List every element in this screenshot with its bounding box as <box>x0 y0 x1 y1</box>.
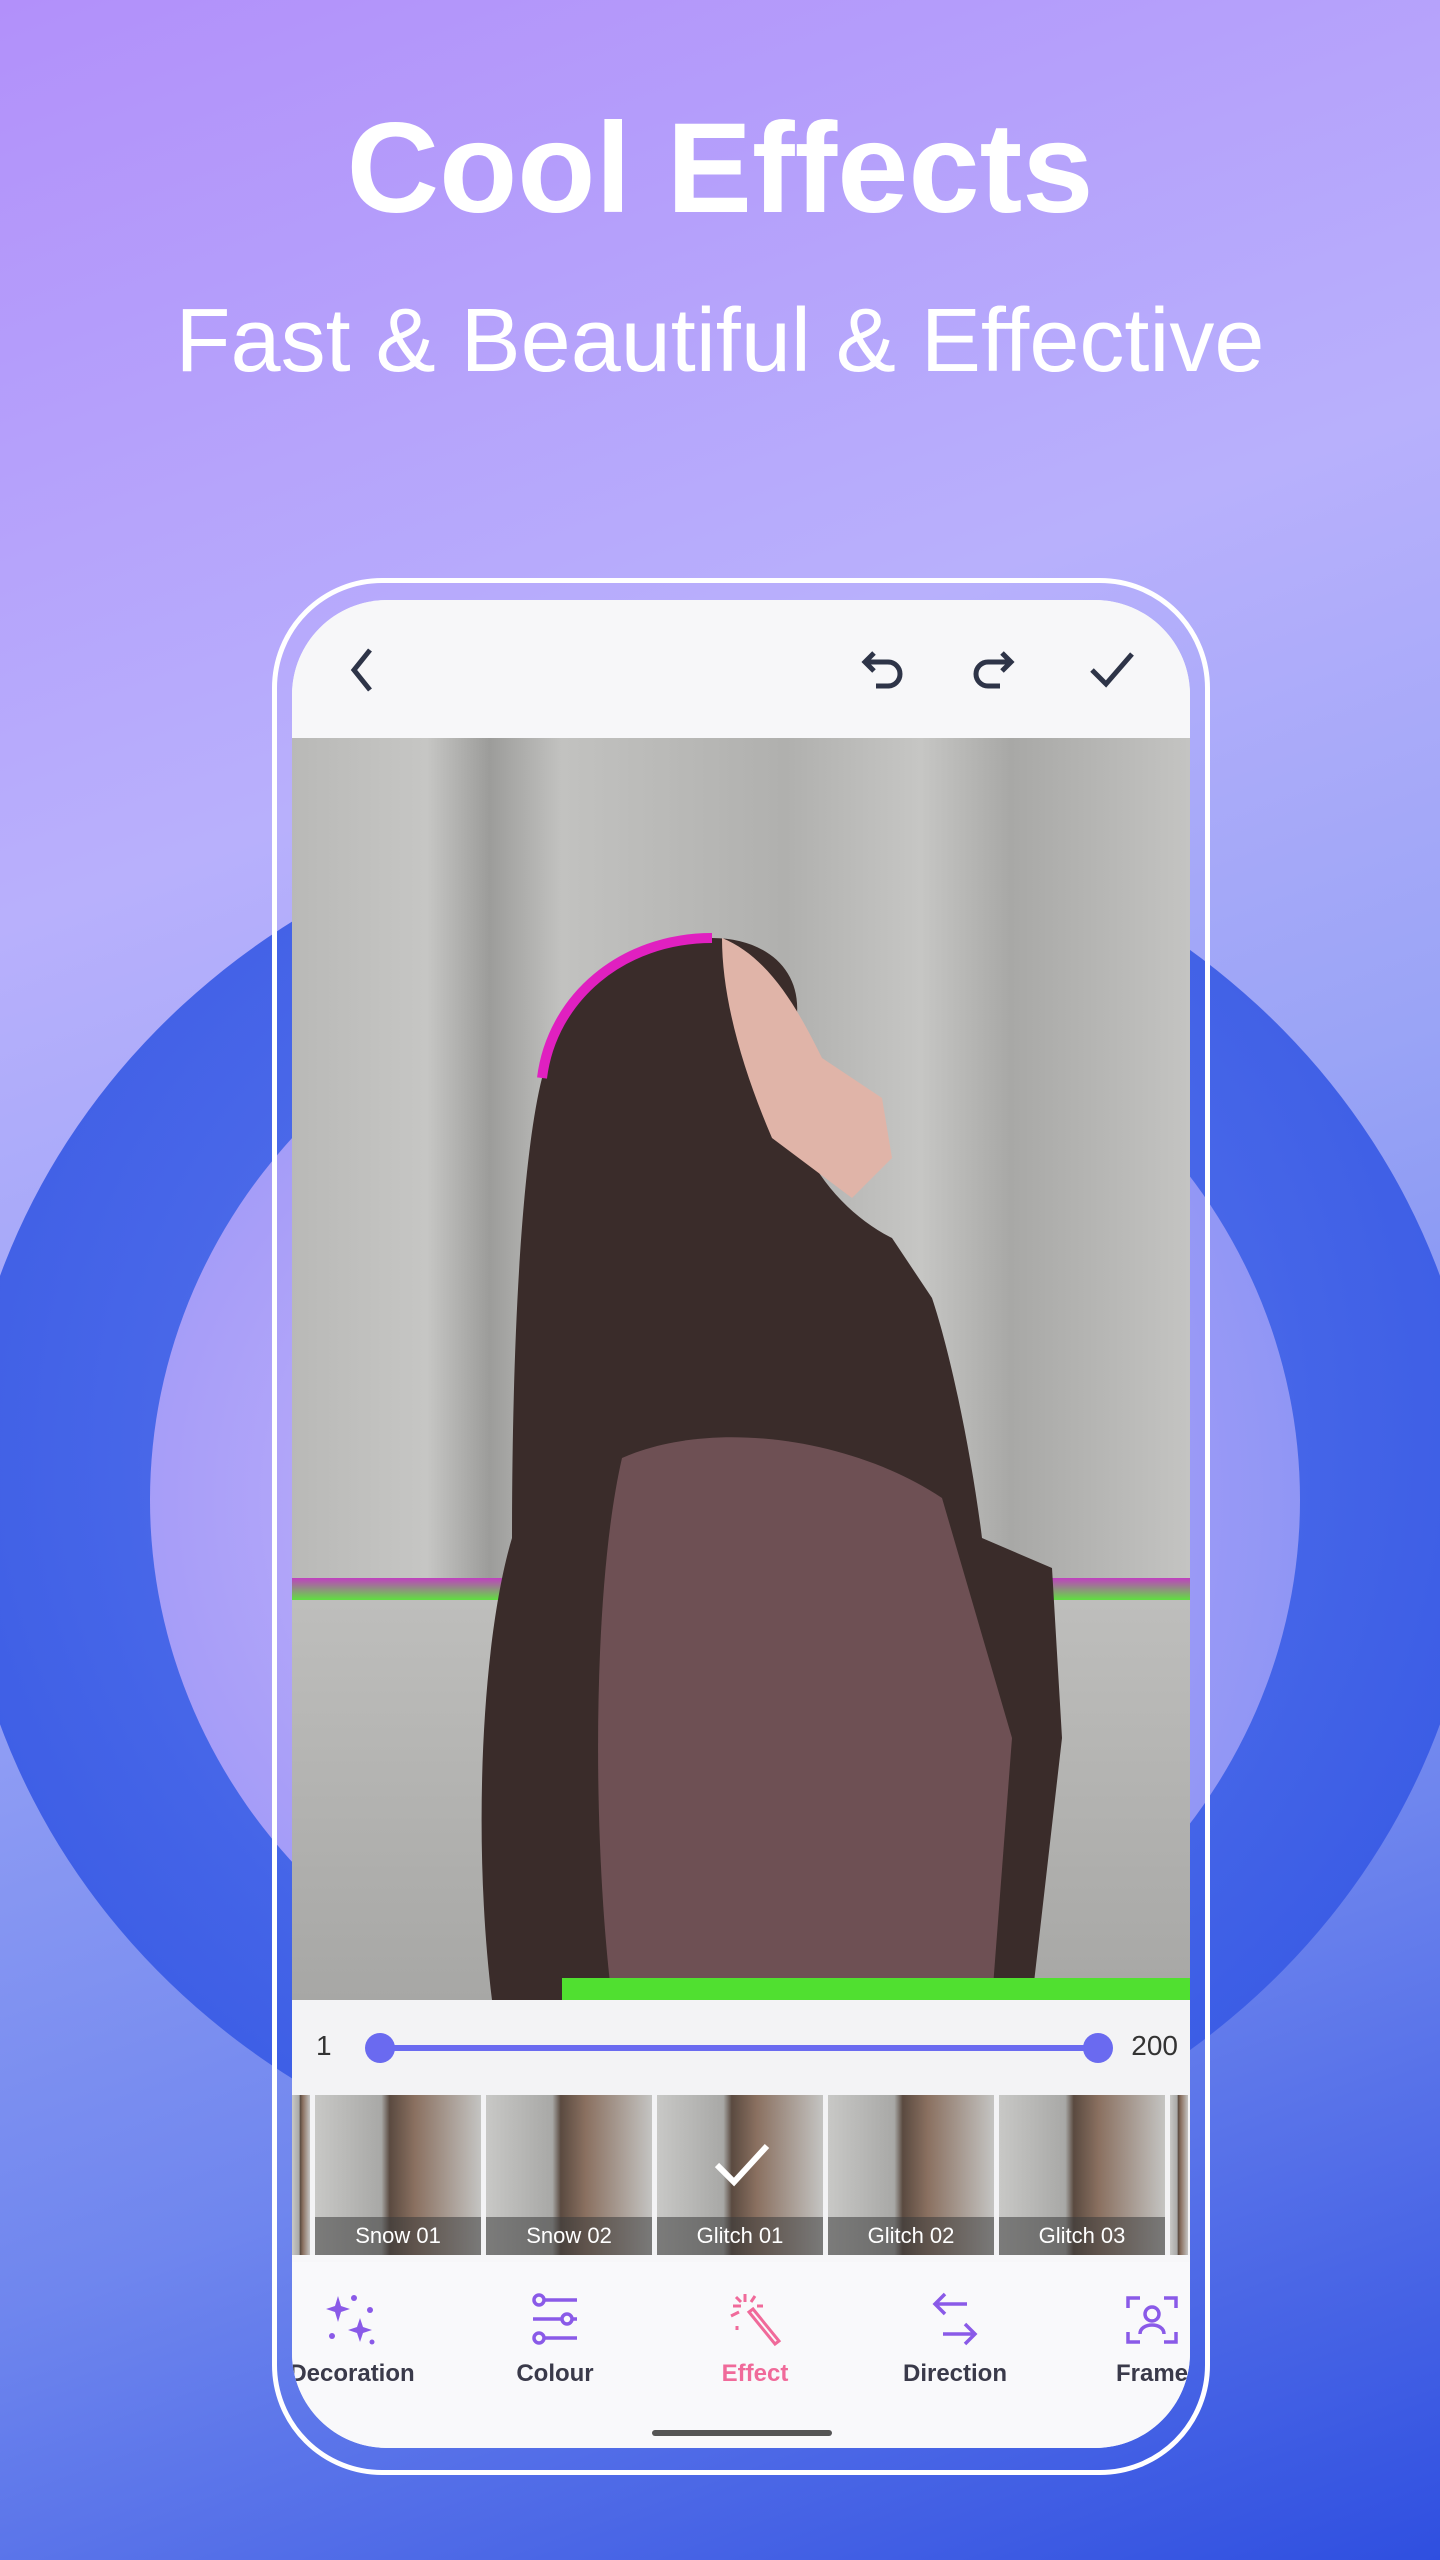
tool-label: Colour <box>516 2360 594 2387</box>
effect-thumb-glitch-01[interactable]: Glitch 01 <box>657 2095 823 2255</box>
tool-direction[interactable]: Direction <box>870 2292 1040 2388</box>
selected-check-icon <box>714 2143 770 2187</box>
tool-label: Direction <box>902 2360 1007 2387</box>
effect-label: Snow 01 <box>315 2217 481 2255</box>
slider-min-handle[interactable] <box>365 2033 395 2063</box>
tool-label: Frame <box>1115 2360 1189 2387</box>
effect-label: Snow 02 <box>486 2217 652 2255</box>
slider-max-handle[interactable] <box>1083 2033 1113 2063</box>
phone-screen: 1 200 Snow 01 Snow 02 Glitch 01 Glitch 0… <box>292 600 1190 2448</box>
undo-icon[interactable] <box>852 640 912 700</box>
effect-thumb-glitch-02[interactable]: Glitch 02 <box>828 2095 994 2255</box>
tool-label: Decoration <box>292 2360 415 2387</box>
slider-track[interactable] <box>380 2045 1098 2051</box>
check-icon[interactable] <box>1082 640 1142 700</box>
effect-thumb-snow-01[interactable]: Snow 01 <box>315 2095 481 2255</box>
editor-header <box>292 600 1190 738</box>
tool-colour[interactable]: Colour <box>470 2292 640 2388</box>
effect-label: Glitch 01 <box>657 2217 823 2255</box>
effect-label: Glitch 02 <box>828 2217 994 2255</box>
effect-thumb-partial[interactable] <box>292 2095 310 2255</box>
edited-photo <box>292 738 1190 2000</box>
bottom-toolbar: Decoration Colour Effect Direction Frame <box>292 2262 1190 2448</box>
sliders-icon <box>532 2293 577 2345</box>
frame-person-icon <box>1126 2296 1178 2344</box>
effect-thumb-partial[interactable] <box>1170 2095 1188 2255</box>
slider-min-label: 1 <box>316 2030 332 2061</box>
effect-list[interactable]: Snow 01 Snow 02 Glitch 01 Glitch 02 Glit… <box>292 2095 1190 2255</box>
arrows-swap-icon <box>932 2292 978 2346</box>
person-silhouette <box>481 933 1190 2000</box>
slider-max-label: 200 <box>1131 2030 1178 2061</box>
magic-wand-icon <box>730 2294 782 2347</box>
effect-label: Glitch 03 <box>999 2217 1165 2255</box>
back-icon[interactable] <box>332 640 392 700</box>
tool-label: Effect <box>721 2360 789 2387</box>
tool-effect[interactable]: Effect <box>670 2292 840 2388</box>
sparkles-icon <box>326 2295 375 2345</box>
effect-thumb-glitch-03[interactable]: Glitch 03 <box>999 2095 1165 2255</box>
intensity-slider[interactable]: 1 200 <box>292 2000 1190 2095</box>
redo-icon[interactable] <box>964 640 1024 700</box>
effect-thumb-snow-02[interactable]: Snow 02 <box>486 2095 652 2255</box>
headline-subtitle: Fast & Beautiful & Effective <box>175 291 1265 391</box>
home-indicator[interactable] <box>652 2430 832 2436</box>
tool-decoration[interactable]: Decoration <box>292 2292 437 2388</box>
headline-title: Cool Effects <box>346 97 1094 240</box>
tool-frame[interactable]: Frame <box>1067 2292 1190 2388</box>
